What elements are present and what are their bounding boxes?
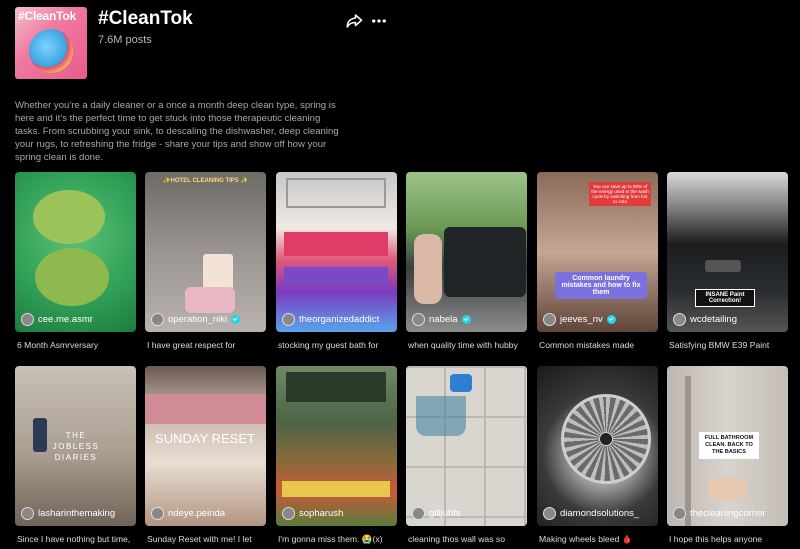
video-caption[interactable]: cleaning thos wall was so [408,534,533,544]
video-overlay-text: THE JOBLESS DIARIES [52,431,100,462]
video-author[interactable]: operation_niki [151,313,241,326]
video-author[interactable]: nabela [412,313,471,326]
video-author[interactable]: gilljuhfs [412,507,461,520]
avatar [673,313,686,326]
hashtag-cover-image: #CleanTok [15,7,87,79]
verified-icon [606,315,616,324]
avatar [412,507,425,520]
video-caption[interactable]: I hope this helps anyone [669,534,794,544]
author-name: ndeye.peinda [168,508,226,519]
video-caption[interactable]: when quality time with hubby [408,340,533,350]
video-author[interactable]: wcdetailing [673,313,737,326]
video-tile[interactable]: THE JOBLESS DIARIES lasharinthemaking [15,366,136,526]
avatar [151,313,164,326]
video-caption[interactable]: I'm gonna miss them. 😭(x) [278,534,403,545]
author-name: sopharush [299,508,344,519]
avatar [151,507,164,520]
video-author[interactable]: cee.me.asmr [21,313,93,326]
video-author[interactable]: diamondsolutions_ [543,507,639,520]
video-author[interactable]: sopharush [282,507,343,520]
cover-tag-text: #CleanTok [18,9,76,23]
author-name: lasharinthemaking [38,508,116,519]
video-tile[interactable]: ✨HOTEL CLEANING TIPS ✨ operation_niki [145,172,266,332]
avatar [21,313,34,326]
video-caption[interactable]: Since I have nothing but time, [17,534,142,544]
video-overlay-text: INSANE Paint Correction! [695,289,755,307]
video-caption[interactable]: stocking my guest bath for [278,340,403,350]
video-tile[interactable]: FULL BATHROOM CLEAN. BACK TO THE BASICS … [667,366,788,526]
video-tile[interactable]: theorganizedaddict [276,172,397,332]
video-tile[interactable]: You can save up to 90% of the energy use… [537,172,658,332]
video-author[interactable]: ndeye.peinda [151,507,225,520]
video-author[interactable]: jeeves_nv [543,313,616,326]
avatar [543,507,556,520]
author-name: gilljuhfs [429,508,461,519]
video-caption[interactable]: Satisfying BMW E39 Paint [669,340,794,350]
author-name: cee.me.asmr [38,314,93,325]
share-icon[interactable] [345,12,363,30]
video-tile[interactable]: nabela [406,172,527,332]
more-icon[interactable] [370,12,388,30]
video-tile[interactable]: gilljuhfs [406,366,527,526]
video-caption[interactable]: Making wheels bleed 🩸 [539,534,664,545]
author-name: wcdetailing [690,314,737,325]
video-overlay-text: ✨HOTEL CLEANING TIPS ✨ [163,178,248,184]
video-tile[interactable]: diamondsolutions_ [537,366,658,526]
avatar [673,507,686,520]
video-overlay-text: FULL BATHROOM CLEAN. BACK TO THE BASICS [699,432,759,459]
author-name: theorganizedaddict [299,314,380,325]
cover-illustration [29,29,73,73]
video-overlay-text: SUNDAY RESET [155,431,255,446]
video-caption[interactable]: Common mistakes made [539,340,664,350]
hashtag-description: Whether you're a daily cleaner or a once… [15,100,339,163]
avatar [282,507,295,520]
video-tile[interactable]: cee.me.asmr [15,172,136,332]
verified-icon [461,315,471,324]
author-name: operation_niki [168,314,228,325]
author-name: thecleaningcorner [690,508,766,519]
verified-icon [231,315,241,324]
video-overlay-tip: You can save up to 90% of the energy use… [589,182,651,206]
video-author[interactable]: lasharinthemaking [21,507,115,520]
post-count: 7.6M posts [98,34,152,46]
avatar [282,313,295,326]
author-name: nabela [429,314,458,325]
video-caption[interactable]: Sunday Reset with me! I let [147,534,272,544]
avatar [412,313,425,326]
video-author[interactable]: theorganizedaddict [282,313,379,326]
video-overlay-text: Common laundry mistakes and how to fix t… [555,272,647,299]
author-name: diamondsolutions_ [560,508,640,519]
video-caption[interactable]: I have great respect for [147,340,272,350]
video-tile[interactable]: sopharush [276,366,397,526]
avatar [543,313,556,326]
video-tile[interactable]: INSANE Paint Correction! wcdetailing [667,172,788,332]
avatar [21,507,34,520]
author-name: jeeves_nv [560,314,603,325]
video-author[interactable]: thecleaningcorner [673,507,766,520]
video-tile[interactable]: SUNDAY RESET ndeye.peinda [145,366,266,526]
video-caption[interactable]: 6 Month Asmrversary [17,340,142,350]
page-title: #CleanTok [98,8,193,29]
